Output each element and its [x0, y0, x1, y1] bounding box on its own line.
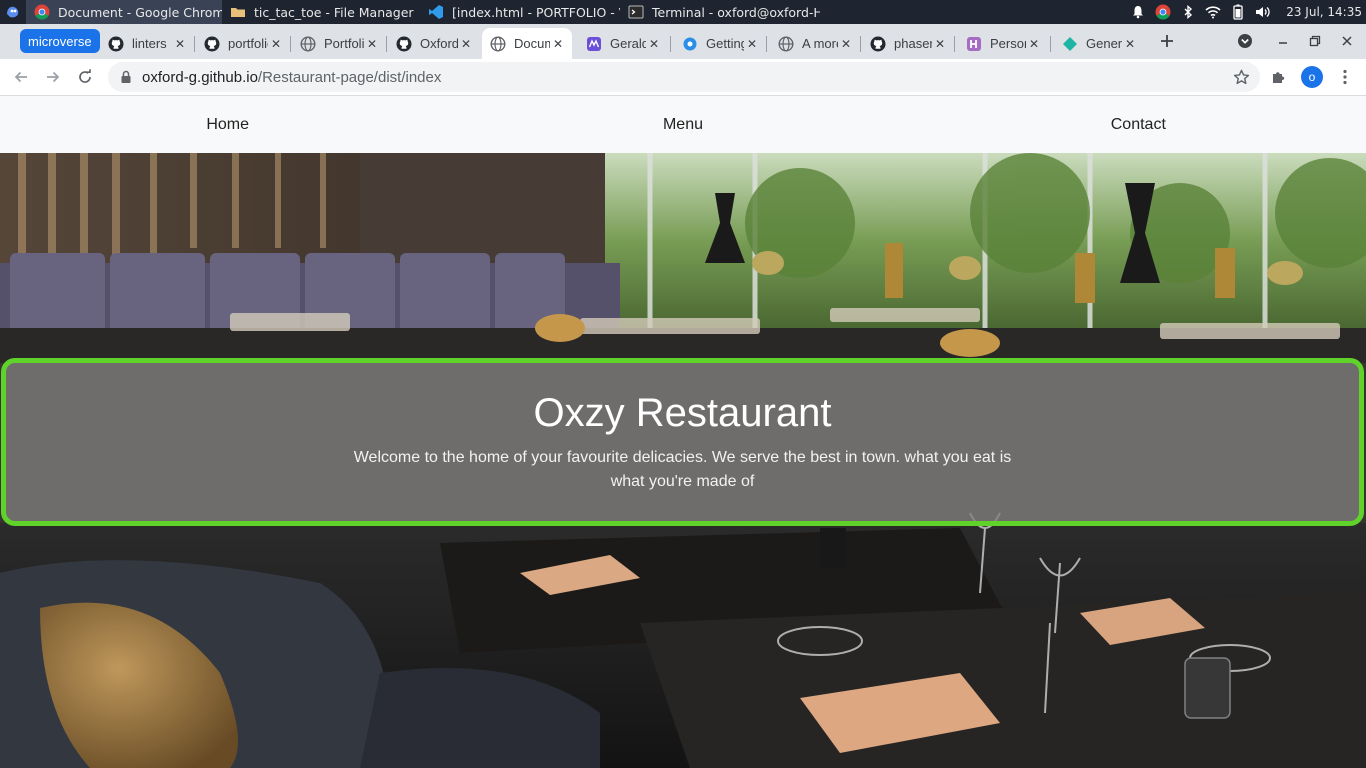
tab-a-more[interactable]: A more ✕: [770, 28, 860, 59]
taskbar-task-file-manager[interactable]: tic_tac_toe - File Manager: [222, 0, 420, 24]
chrome-icon: [34, 4, 50, 20]
tab-search-icon[interactable]: [1234, 30, 1256, 52]
os-taskbar: Document - Google Chrome tic_tac_toe - F…: [0, 0, 1366, 24]
nav-menu-link[interactable]: Menu: [455, 96, 910, 153]
globe-icon: [300, 35, 316, 52]
volume-icon[interactable]: [1255, 4, 1271, 20]
lock-icon[interactable]: [118, 69, 134, 85]
restaurant-title: Oxzy Restaurant: [533, 391, 832, 435]
folder-icon: [230, 4, 246, 20]
tab-title: Gerald: [610, 36, 646, 51]
close-tab-icon[interactable]: ✕: [744, 36, 760, 52]
taskbar-task-label: tic_tac_toe - File Manager: [254, 4, 414, 20]
github-icon: [204, 36, 220, 52]
close-tab-icon[interactable]: ✕: [458, 36, 474, 52]
close-tab-icon[interactable]: ✕: [172, 36, 188, 52]
tab-phaser[interactable]: phaser ✕: [862, 28, 954, 59]
welcome-banner: Oxzy Restaurant Welcome to the home of y…: [1, 358, 1364, 526]
taskbar-task-label: Terminal - oxford@oxford-H...: [652, 4, 820, 20]
close-tab-icon[interactable]: ✕: [1026, 36, 1042, 52]
forward-icon[interactable]: [40, 64, 66, 90]
url-path: /Restaurant-page/dist/index: [257, 68, 442, 86]
chrome-tray-icon[interactable]: [1155, 4, 1171, 20]
clock[interactable]: 23 Jul, 14:35: [1286, 5, 1362, 19]
terminal-icon: [628, 4, 644, 20]
github-icon: [108, 36, 124, 52]
app-icon: [586, 36, 602, 52]
browser-toolbar: oxford-g.github.io/Restaurant-page/dist/…: [0, 59, 1366, 96]
extensions-puzzle-icon[interactable]: [1266, 64, 1292, 90]
tab-title: Getting: [706, 36, 744, 51]
reload-icon[interactable]: [72, 64, 98, 90]
close-tab-icon[interactable]: ✕: [1122, 36, 1138, 52]
site-nav: Home Menu Contact: [0, 96, 1366, 153]
tab-title: Personal: [990, 36, 1026, 51]
nav-home-link[interactable]: Home: [0, 96, 455, 153]
github-icon: [870, 36, 886, 52]
tab-title: Portfolio: [324, 36, 364, 51]
tab-title: A more: [802, 36, 838, 51]
globe-icon: [778, 35, 794, 52]
tab-title: Generate: [1086, 36, 1122, 51]
close-tab-icon[interactable]: ✕: [364, 36, 380, 52]
close-tab-icon[interactable]: ✕: [932, 36, 948, 52]
nav-contact-link[interactable]: Contact: [911, 96, 1366, 153]
github-icon: [396, 36, 412, 52]
app-menu-icon[interactable]: [0, 0, 26, 24]
vscode-icon: [428, 4, 444, 20]
url-host: oxford-g.github.io: [142, 68, 258, 86]
close-tab-icon[interactable]: ✕: [550, 36, 566, 52]
hero-section: Oxzy Restaurant Welcome to the home of y…: [0, 153, 1366, 768]
tab-title: Document: [514, 36, 550, 51]
bluetooth-icon[interactable]: [1180, 4, 1196, 20]
tab-linters[interactable]: linters ✕: [100, 28, 194, 59]
taskbar-task-label: [index.html - PORTFOLIO - Vi...: [452, 4, 620, 20]
tab-title: phaser: [894, 36, 932, 51]
tab-portfolio[interactable]: Portfolio ✕: [292, 28, 386, 59]
app-icon: [682, 36, 698, 52]
taskbar-task-chrome[interactable]: Document - Google Chrome: [26, 0, 222, 24]
kebab-menu-icon[interactable]: [1332, 64, 1358, 90]
address-bar[interactable]: oxford-g.github.io/Restaurant-page/dist/…: [108, 62, 1260, 92]
page-viewport: Home Menu Contact Oxzy Restaurant Welcom…: [0, 96, 1366, 768]
close-tab-icon[interactable]: ✕: [838, 36, 854, 52]
globe-icon: [490, 35, 506, 52]
tab-oxford[interactable]: Oxford ✕: [388, 28, 480, 59]
app-icon: [1062, 36, 1078, 52]
notification-bell-icon[interactable]: [1130, 4, 1146, 20]
restaurant-tagline: Welcome to the home of your favourite de…: [353, 449, 1012, 490]
tab-personal[interactable]: Personal ✕: [958, 28, 1048, 59]
taskbar-task-vscode[interactable]: [index.html - PORTFOLIO - Vi...: [420, 0, 620, 24]
bookmark-star-icon[interactable]: [1232, 68, 1250, 86]
taskbar-task-terminal[interactable]: Terminal - oxford@oxford-H...: [620, 0, 820, 24]
tab-generate[interactable]: Generate ✕: [1054, 28, 1144, 59]
taskbar-task-label: Document - Google Chrome: [58, 4, 222, 20]
app-icon: [966, 36, 982, 52]
tab-document[interactable]: Document ✕: [482, 28, 572, 59]
tab-title: portfolio: [228, 36, 268, 51]
restore-icon[interactable]: [1304, 30, 1326, 52]
profile-avatar[interactable]: o: [1301, 66, 1323, 88]
close-tab-icon[interactable]: ✕: [646, 36, 662, 52]
close-tab-icon[interactable]: ✕: [268, 36, 284, 52]
tab-group-label[interactable]: microverse: [20, 29, 100, 53]
wifi-icon[interactable]: [1205, 4, 1221, 20]
browser-tab-strip: microverse linters ✕ portfolio ✕ Portfol…: [0, 24, 1366, 82]
new-tab-icon[interactable]: [1156, 30, 1178, 52]
tab-gerald[interactable]: Gerald ✕: [578, 28, 668, 59]
tab-portfolio-github[interactable]: portfolio ✕: [196, 28, 290, 59]
tab-title: Oxford: [420, 36, 458, 51]
minimize-icon[interactable]: [1272, 30, 1294, 52]
tab-title: linters: [132, 36, 167, 51]
close-window-icon[interactable]: [1336, 30, 1358, 52]
system-tray: 23 Jul, 14:35: [1130, 0, 1366, 24]
battery-icon[interactable]: [1230, 4, 1246, 20]
back-icon[interactable]: [8, 64, 34, 90]
tab-getting[interactable]: Getting ✕: [674, 28, 766, 59]
